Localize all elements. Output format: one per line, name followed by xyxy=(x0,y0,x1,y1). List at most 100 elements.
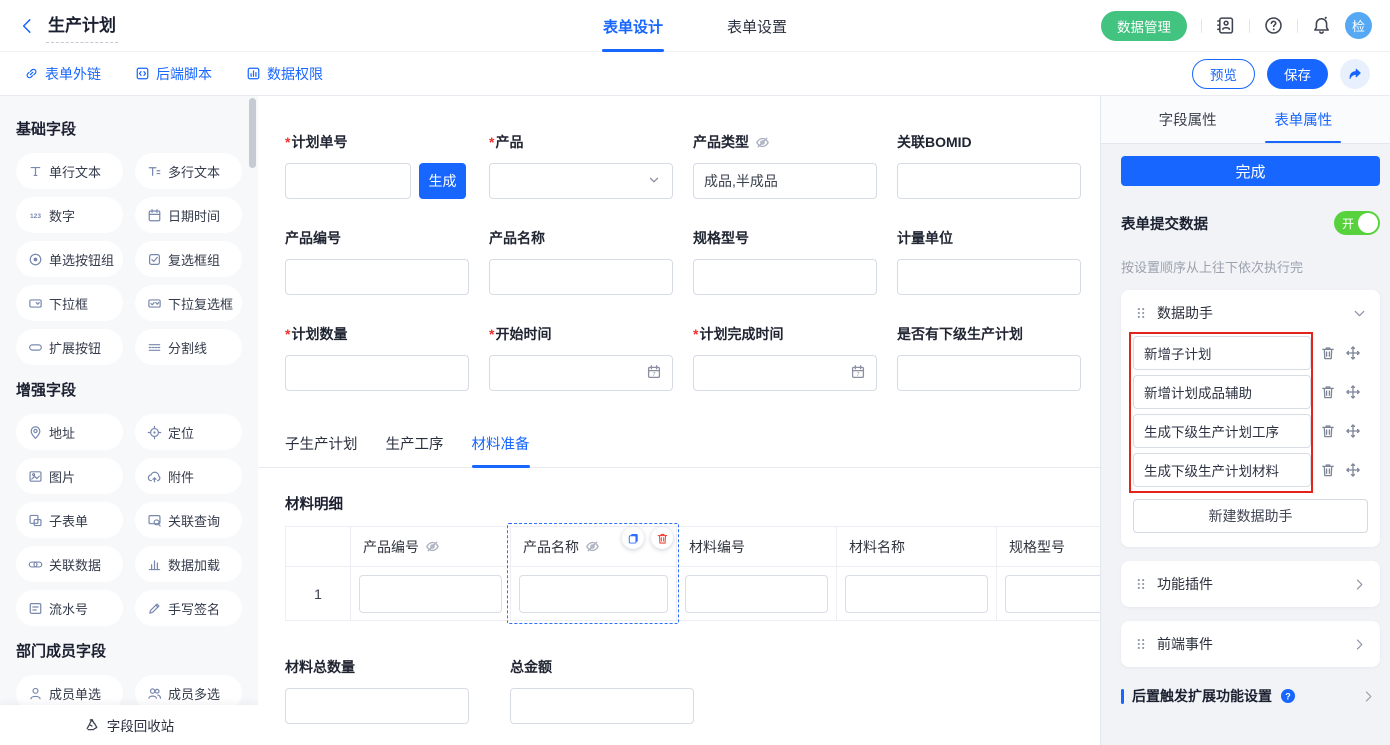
save-button[interactable]: 保存 xyxy=(1267,59,1328,89)
data-assistant-item-button[interactable]: 新增子计划 xyxy=(1133,336,1311,370)
trash-icon[interactable] xyxy=(1320,462,1336,478)
form-field-10[interactable]: *计划完成时间7 xyxy=(693,324,897,391)
field-pill[interactable]: 下拉框 xyxy=(16,285,123,321)
subform-tab-1[interactable]: 生产工序 xyxy=(386,433,444,467)
drag-handle-icon[interactable] xyxy=(1134,306,1148,320)
data-assistant-item-button[interactable]: 新增计划成品辅助 xyxy=(1133,375,1311,409)
field-pill[interactable]: 子表单 xyxy=(16,502,123,538)
trash-icon[interactable] xyxy=(1320,423,1336,439)
cell-input[interactable] xyxy=(845,575,988,613)
toolbar-link-2[interactable]: 数据权限 xyxy=(246,64,323,84)
field-input[interactable] xyxy=(285,688,469,724)
form-field-4[interactable]: 产品编号 xyxy=(285,228,489,295)
summary-field[interactable]: 总金额 xyxy=(510,657,714,724)
user-avatar[interactable]: 检 xyxy=(1345,12,1372,39)
subform-tab-0[interactable]: 子生产计划 xyxy=(285,433,358,467)
field-pill[interactable]: 扩展按钮 xyxy=(16,329,123,365)
cell-input[interactable] xyxy=(519,575,668,613)
drag-dots-icon[interactable] xyxy=(1134,637,1148,651)
drag-dots-icon[interactable] xyxy=(1134,577,1148,591)
chevron-down-icon[interactable] xyxy=(1352,306,1367,321)
field-select[interactable] xyxy=(489,163,673,199)
field-pill[interactable]: 附件 xyxy=(135,458,242,494)
section-header[interactable]: 前端事件 xyxy=(1121,621,1380,667)
trash-icon[interactable] xyxy=(1320,384,1336,400)
field-pill[interactable]: 分割线 xyxy=(135,329,242,365)
cell-input[interactable] xyxy=(685,575,828,613)
generate-button[interactable]: 生成 xyxy=(419,163,466,199)
chevron-right-icon[interactable] xyxy=(1352,577,1367,592)
field-pill[interactable]: 图片 xyxy=(16,458,123,494)
field-pill[interactable]: 复选框组 xyxy=(135,241,242,277)
data-manage-button[interactable]: 数据管理 xyxy=(1101,11,1187,41)
field-pill[interactable]: 日期时间 xyxy=(135,197,242,233)
field-date-input[interactable]: 7 xyxy=(693,355,877,391)
field-pill[interactable]: 关联数据 xyxy=(16,546,123,582)
summary-field[interactable]: 材料总数量 xyxy=(285,657,489,724)
help-icon[interactable] xyxy=(1264,16,1283,35)
toolbar-link-1[interactable]: 后端脚本 xyxy=(135,64,212,84)
form-field-11[interactable]: 是否有下级生产计划 xyxy=(897,324,1100,391)
form-field-6[interactable]: 规格型号 xyxy=(693,228,897,295)
data-assistant-item-button[interactable]: 生成下级生产计划材料 xyxy=(1133,453,1311,487)
field-input[interactable] xyxy=(285,259,469,295)
chevron-right-icon[interactable] xyxy=(1361,689,1376,704)
field-input[interactable] xyxy=(897,259,1081,295)
address-book-icon[interactable] xyxy=(1216,16,1235,35)
trash-icon[interactable] xyxy=(1320,345,1336,361)
field-pill[interactable]: 数据加载 xyxy=(135,546,242,582)
copy-column-button[interactable] xyxy=(622,527,644,549)
form-field-7[interactable]: 计量单位 xyxy=(897,228,1100,295)
field-input[interactable]: 成品,半成品 xyxy=(693,163,877,199)
field-pill[interactable]: 定位 xyxy=(135,414,242,450)
move-icon[interactable] xyxy=(1345,345,1361,361)
preview-button[interactable]: 预览 xyxy=(1192,59,1255,89)
table-column-header[interactable]: 规格型号 xyxy=(997,527,1100,567)
toolbar-link-0[interactable]: 表单外链 xyxy=(24,64,101,84)
cell-input[interactable] xyxy=(359,575,502,613)
field-input[interactable] xyxy=(897,355,1081,391)
field-pill[interactable]: 关联查询 xyxy=(135,502,242,538)
page-title[interactable]: 生产计划 xyxy=(46,9,118,43)
post-trigger-row[interactable]: 后置触发扩展功能设置 ? xyxy=(1121,686,1380,706)
scrollbar-thumb[interactable] xyxy=(249,98,256,168)
form-field-2[interactable]: 产品类型成品,半成品 xyxy=(693,132,897,199)
field-pill[interactable]: 下拉复选框 xyxy=(135,285,242,321)
move-icon[interactable] xyxy=(1345,462,1361,478)
header-tab-1[interactable]: 表单设置 xyxy=(727,0,787,52)
field-recycle-bin[interactable]: 字段回收站 xyxy=(0,705,258,745)
table-column-header[interactable]: 材料名称 xyxy=(837,527,997,567)
field-input[interactable] xyxy=(489,259,673,295)
cell-input[interactable] xyxy=(1005,575,1100,613)
move-icon[interactable] xyxy=(1345,423,1361,439)
form-field-1[interactable]: *产品 xyxy=(489,132,693,199)
move-icon[interactable] xyxy=(1345,384,1361,400)
data-assistant-item-button[interactable]: 生成下级生产计划工序 xyxy=(1133,414,1311,448)
field-pill[interactable]: 手写签名 xyxy=(135,590,242,626)
chevron-right-icon[interactable] xyxy=(1352,637,1367,652)
back-icon[interactable] xyxy=(18,17,36,35)
field-pill[interactable]: 多行文本 xyxy=(135,153,242,189)
delete-column-button[interactable] xyxy=(651,527,673,549)
new-data-assistant-button[interactable]: 新建数据助手 xyxy=(1133,499,1368,533)
field-input[interactable] xyxy=(285,163,411,199)
field-pill[interactable]: 123数字 xyxy=(16,197,123,233)
form-field-3[interactable]: 关联BOMID xyxy=(897,132,1100,199)
field-pill[interactable]: 地址 xyxy=(16,414,123,450)
section-header[interactable]: 功能插件 xyxy=(1121,561,1380,607)
field-pill[interactable]: 流水号 xyxy=(16,590,123,626)
share-button[interactable] xyxy=(1340,59,1370,89)
notification-bell-icon[interactable] xyxy=(1312,16,1331,35)
field-input[interactable] xyxy=(285,355,469,391)
form-field-8[interactable]: *计划数量 xyxy=(285,324,489,391)
properties-tab-1[interactable]: 表单属性 xyxy=(1274,96,1332,143)
header-tab-0[interactable]: 表单设计 xyxy=(603,0,663,52)
field-input[interactable] xyxy=(693,259,877,295)
submit-data-toggle[interactable]: 开 xyxy=(1334,211,1380,235)
data-assistant-header[interactable]: 数据助手 xyxy=(1121,290,1380,336)
table-column-header[interactable]: 产品编号 xyxy=(351,527,511,567)
question-icon[interactable]: ? xyxy=(1280,688,1296,704)
form-field-5[interactable]: 产品名称 xyxy=(489,228,693,295)
properties-tab-0[interactable]: 字段属性 xyxy=(1159,96,1217,143)
table-column-header[interactable]: 材料编号 xyxy=(677,527,837,567)
